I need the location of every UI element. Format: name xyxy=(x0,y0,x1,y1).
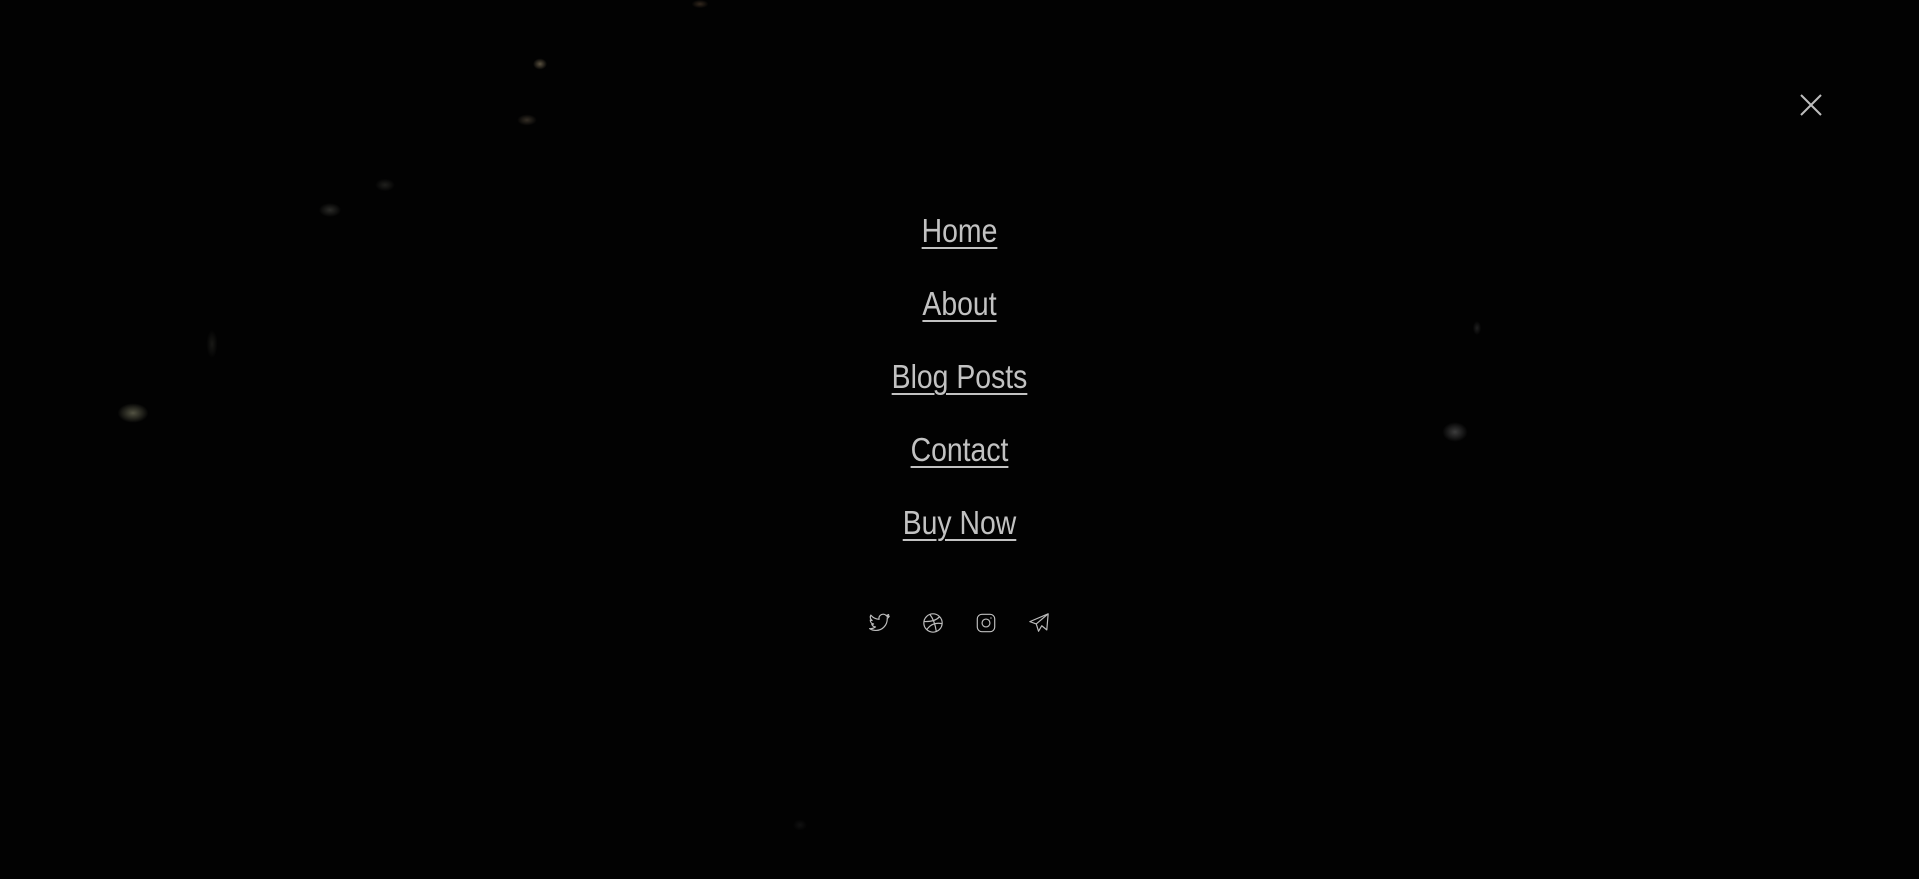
close-icon xyxy=(1800,94,1822,116)
instagram-link[interactable] xyxy=(975,612,997,634)
main-navigation: Home About Blog Posts Contact Buy Now xyxy=(0,205,1919,570)
twitter-icon xyxy=(869,613,890,632)
nav-link-blog-posts[interactable]: Blog Posts xyxy=(134,351,1784,424)
dribbble-link[interactable] xyxy=(922,612,944,634)
telegram-icon xyxy=(1029,613,1049,632)
dribbble-icon xyxy=(923,613,943,633)
telegram-link[interactable] xyxy=(1028,612,1050,634)
social-links xyxy=(0,612,1919,634)
close-button[interactable] xyxy=(1796,90,1826,120)
instagram-icon xyxy=(976,613,996,633)
twitter-link[interactable] xyxy=(869,612,891,634)
nav-link-contact[interactable]: Contact xyxy=(134,424,1784,497)
nav-link-about[interactable]: About xyxy=(134,278,1784,351)
nav-link-buy-now[interactable]: Buy Now xyxy=(134,497,1784,570)
nav-link-home[interactable]: Home xyxy=(134,205,1784,278)
overlay-menu: Home About Blog Posts Contact Buy Now xyxy=(0,0,1919,879)
